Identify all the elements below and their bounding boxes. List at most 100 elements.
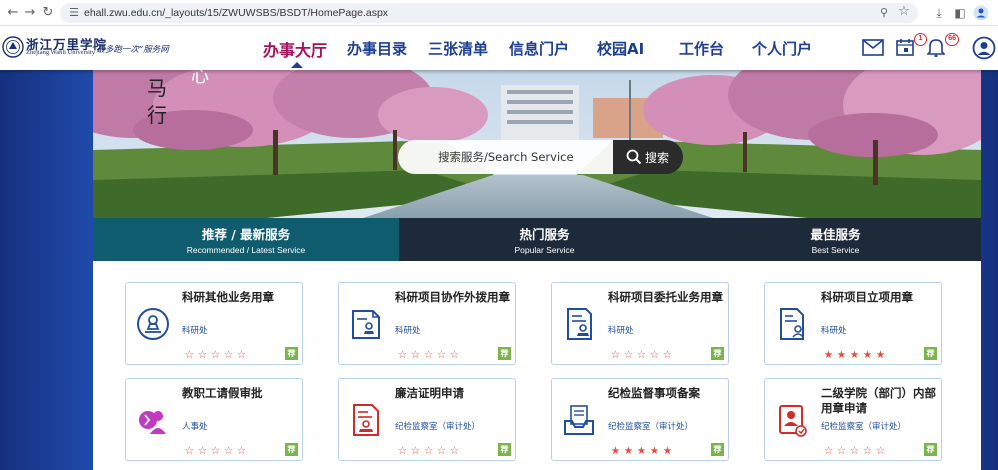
- star-filled-icon: ★: [849, 349, 860, 361]
- url-text[interactable]: ehall.zwu.edu.cn/_layouts/15/ZWUWSBS/BSD…: [84, 3, 388, 23]
- star-empty-icon: ☆: [449, 349, 460, 361]
- star-filled-icon: ★: [836, 349, 847, 361]
- service-card[interactable]: 科研项目协作外拨用章 科研处 ☆ ☆ ☆ ☆ ☆ 荐: [338, 282, 516, 365]
- nav-info-portal[interactable]: 信息门户: [509, 38, 569, 59]
- service-title: 教职工请假审批: [182, 386, 263, 400]
- tab-best-cn: 最佳服务: [810, 227, 861, 242]
- star-filled-icon: ★: [649, 445, 660, 457]
- star-empty-icon: ☆: [197, 349, 208, 361]
- reload-icon[interactable]: ↻: [39, 4, 57, 22]
- download-icon[interactable]: ⤓: [930, 4, 948, 22]
- star-filled-icon: ★: [862, 349, 873, 361]
- recommended-badge: 荐: [285, 443, 298, 456]
- search-input[interactable]: [398, 140, 618, 174]
- badge-person-icon: [779, 405, 807, 437]
- service-title: 科研项目协作外拨用章: [395, 290, 510, 304]
- nav-three-lists[interactable]: 三张清单: [428, 38, 488, 59]
- star-filled-icon: ★: [636, 445, 647, 457]
- star-empty-icon: ☆: [836, 445, 847, 457]
- notification-bell-icon[interactable]: 66: [926, 33, 959, 58]
- notification-count-badge: 66: [945, 33, 959, 46]
- tab-popular[interactable]: 热门服务 Popular Service: [399, 218, 690, 261]
- star-empty-icon: ☆: [197, 445, 208, 457]
- active-nav-indicator: [291, 62, 303, 68]
- recommended-badge: 荐: [924, 347, 937, 360]
- site-info-icon[interactable]: ☰: [66, 5, 82, 21]
- service-department: 纪检监察室（审计处）: [821, 422, 907, 432]
- profile-icon[interactable]: [972, 4, 990, 22]
- star-empty-icon: ☆: [662, 349, 673, 361]
- search-icon: [626, 149, 642, 165]
- tab-recommended-en: Recommended / Latest Service: [186, 245, 306, 255]
- nav-campus-ai[interactable]: 校园AI: [597, 38, 644, 59]
- star-empty-icon: ☆: [210, 349, 221, 361]
- search-button-label: 搜索: [645, 151, 670, 165]
- service-title: 科研项目立项用章: [821, 290, 913, 304]
- recommended-badge: 荐: [924, 443, 937, 456]
- tab-best[interactable]: 最佳服务 Best Service: [690, 218, 981, 261]
- nav-service-hall[interactable]: 办事大厅: [263, 37, 327, 61]
- search-button[interactable]: 搜索: [613, 140, 683, 174]
- service-card[interactable]: 二级学院（部门）内部用章申请 纪检监察室（审计处） ☆ ☆ ☆ ☆ ☆ 荐: [764, 378, 942, 461]
- tab-popular-en: Popular Service: [514, 245, 575, 255]
- star-empty-icon: ☆: [223, 349, 234, 361]
- nav-personal-portal[interactable]: 个人门户: [752, 38, 812, 59]
- star-empty-icon: ☆: [875, 445, 886, 457]
- nav-service-catalog[interactable]: 办事目录: [347, 38, 407, 59]
- star-empty-icon: ☆: [862, 445, 873, 457]
- star-empty-icon: ☆: [636, 349, 647, 361]
- logo-english-name: Zhejiang Wanli University: [26, 49, 96, 56]
- service-card[interactable]: 科研项目立项用章 科研处 ★ ★ ★ ★ ★ 荐: [764, 282, 942, 365]
- back-arrow-icon[interactable]: ←: [4, 4, 22, 22]
- recommended-badge: 荐: [711, 443, 724, 456]
- sidebar-icon[interactable]: ◧: [951, 4, 969, 22]
- tab-recommended-cn: 推荐 / 最新服务: [201, 227, 291, 242]
- service-title: 科研项目委托业务用章: [608, 290, 723, 304]
- bookmark-star-icon[interactable]: ☆: [896, 4, 912, 20]
- rating-stars: ★ ★ ★ ★ ★: [822, 343, 887, 361]
- forward-arrow-icon[interactable]: →: [21, 4, 39, 22]
- star-empty-icon: ☆: [184, 445, 195, 457]
- rating-stars: ☆ ☆ ☆ ☆ ☆: [822, 439, 887, 457]
- service-card[interactable]: 纪检监督事项备案 纪检监察室（审计处） ★ ★ ★ ★ ★ 荐: [551, 378, 729, 461]
- service-card[interactable]: 科研其他业务用章 科研处 ☆ ☆ ☆ ☆ ☆ 荐: [125, 282, 303, 365]
- service-card[interactable]: 教职工请假审批 人事处 ☆ ☆ ☆ ☆ ☆ 荐: [125, 378, 303, 461]
- star-empty-icon: ☆: [649, 349, 660, 361]
- user-avatar-icon[interactable]: [972, 36, 996, 60]
- tab-popular-cn: 热门服务: [519, 227, 570, 242]
- banner-calligraphy-1: 马: [147, 76, 167, 100]
- rating-stars: ★ ★ ★ ★ ★: [609, 439, 674, 457]
- star-empty-icon: ☆: [423, 445, 434, 457]
- address-bar[interactable]: ☰ ehall.zwu.edu.cn/_layouts/15/ZWUWSBS/B…: [60, 3, 918, 23]
- service-title: 科研其他业务用章: [182, 290, 274, 304]
- star-empty-icon: ☆: [823, 445, 834, 457]
- service-card[interactable]: 廉洁证明申请 纪检监察室（审计处） ☆ ☆ ☆ ☆ ☆ 荐: [338, 378, 516, 461]
- star-filled-icon: ★: [823, 349, 834, 361]
- zoom-icon[interactable]: ⚲: [876, 5, 892, 21]
- site-header: 浙江万里学院 Zhejiang Wanli University “最多跑一次”…: [0, 26, 998, 70]
- university-logo[interactable]: 浙江万里学院 Zhejiang Wanli University “最多跑一次”…: [2, 34, 202, 64]
- star-empty-icon: ☆: [236, 445, 247, 457]
- star-empty-icon: ☆: [410, 445, 421, 457]
- banner-calligraphy-2: 行: [147, 103, 167, 127]
- todo-icon[interactable]: 1: [895, 33, 927, 58]
- tab-recommended[interactable]: 推荐 / 最新服务 Recommended / Latest Service: [93, 218, 399, 261]
- banner-calligraphy-3: 心: [191, 70, 209, 87]
- star-empty-icon: ☆: [210, 445, 221, 457]
- stamp-icon: [137, 308, 169, 340]
- service-department: 科研处: [821, 326, 847, 336]
- rating-stars: ☆ ☆ ☆ ☆ ☆: [396, 439, 461, 457]
- service-department: 人事处: [182, 422, 208, 432]
- nav-workbench[interactable]: 工作台: [679, 38, 724, 59]
- rating-stars: ☆ ☆ ☆ ☆ ☆: [396, 343, 461, 361]
- todo-count-badge: 1: [914, 33, 927, 46]
- recommended-badge: 荐: [285, 347, 298, 360]
- recommended-badge: 荐: [498, 443, 511, 456]
- star-empty-icon: ☆: [410, 349, 421, 361]
- star-empty-icon: ☆: [849, 445, 860, 457]
- mail-icon[interactable]: [862, 36, 886, 58]
- leave-icon: [139, 411, 166, 434]
- service-department: 科研处: [395, 326, 421, 336]
- service-card[interactable]: 科研项目委托业务用章 科研处 ☆ ☆ ☆ ☆ ☆ 荐: [551, 282, 729, 365]
- star-empty-icon: ☆: [436, 349, 447, 361]
